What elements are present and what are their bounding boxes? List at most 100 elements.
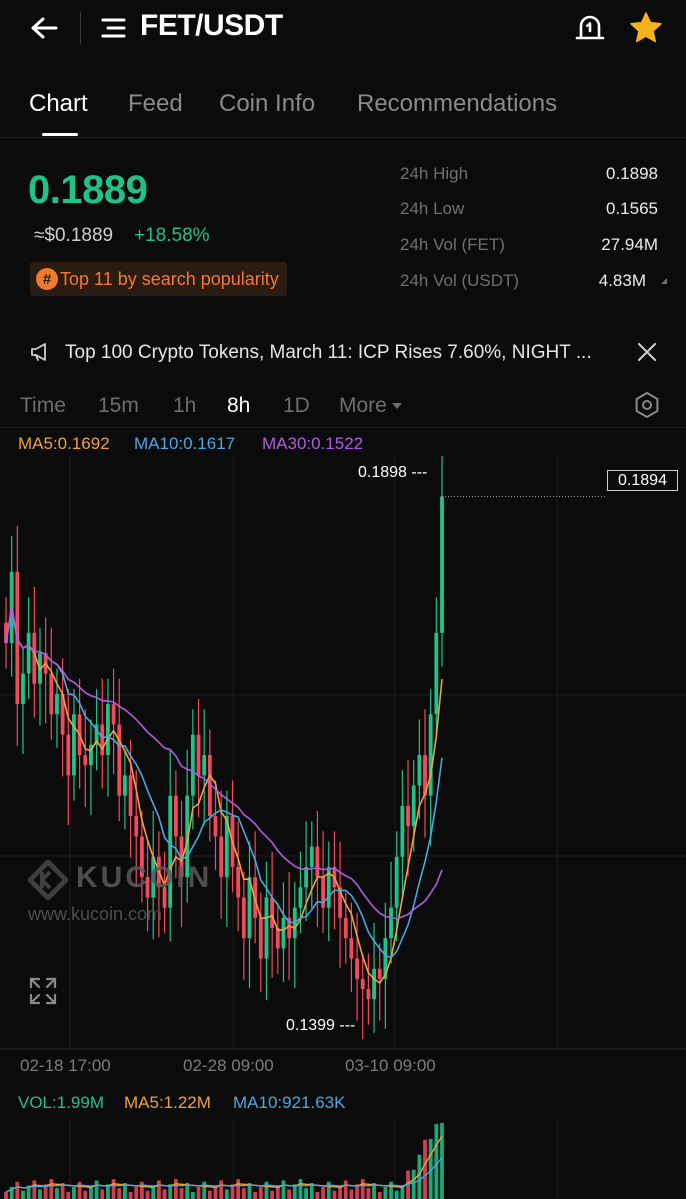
volume-bar — [55, 1188, 59, 1199]
stat-24h-high-label: 24h High — [400, 164, 469, 183]
volume-bar — [100, 1189, 105, 1199]
stat-24h-vol-fet-value: 27.94M — [601, 235, 658, 254]
volume-bar — [440, 1123, 444, 1199]
volume-bar — [77, 1181, 82, 1199]
volume-bar — [360, 1179, 365, 1199]
volume-bar — [219, 1180, 224, 1199]
volume-bar — [417, 1154, 422, 1199]
pair-menu-button[interactable] — [100, 15, 128, 41]
candle-body — [440, 496, 444, 633]
top-bar: FET/USDT — [0, 0, 686, 56]
volume-bar — [117, 1188, 122, 1199]
candle-body — [298, 887, 303, 908]
pair-title[interactable]: FET/USDT — [140, 9, 283, 43]
tab-recommendations[interactable]: Recommendations — [357, 90, 557, 118]
candle-body — [372, 968, 376, 1000]
candle-body — [394, 856, 399, 908]
interval-1d[interactable]: 1D — [283, 394, 310, 418]
back-button[interactable] — [26, 12, 66, 44]
interval-time[interactable]: Time — [20, 394, 66, 418]
interval-more-label: More — [339, 394, 387, 417]
fullscreen-icon[interactable] — [28, 976, 58, 1006]
candle-body — [270, 897, 275, 929]
volume-bar — [207, 1190, 212, 1199]
price-alert-button[interactable] — [574, 12, 606, 44]
volume-bar — [32, 1180, 37, 1199]
news-headline[interactable]: Top 100 Crypto Tokens, March 11: ICP Ris… — [65, 342, 627, 364]
popularity-text: Top 11 by search popularity — [60, 268, 279, 289]
volume-bar — [366, 1188, 371, 1199]
x-tick-label: 02-18 17:00 — [20, 1056, 111, 1075]
candle-body — [111, 704, 116, 725]
megaphone-icon — [31, 343, 46, 361]
candle-body — [389, 907, 393, 939]
interval-more[interactable]: More — [339, 394, 402, 418]
tab-chart[interactable]: Chart — [29, 90, 88, 118]
tab-coin-info[interactable]: Coin Info — [219, 90, 315, 118]
tab-feed[interactable]: Feed — [128, 90, 183, 118]
volume-chart[interactable] — [0, 1118, 686, 1199]
volume-bar — [315, 1191, 320, 1199]
volume-bar — [196, 1186, 201, 1199]
watermark-brand: KUCOIN — [76, 861, 213, 894]
volume-bar — [190, 1191, 195, 1199]
candle-body — [202, 755, 207, 776]
star-icon — [630, 12, 662, 43]
candle-body — [366, 989, 371, 1000]
divider — [80, 12, 81, 44]
candle-body — [377, 968, 382, 979]
candlestick-chart[interactable] — [0, 456, 686, 1050]
candle-body — [123, 775, 127, 796]
volume-ma5-line — [5, 1135, 443, 1193]
volume-bar — [377, 1191, 382, 1199]
news-banner[interactable]: Top 100 Crypto Tokens, March 11: ICP Ris… — [0, 330, 686, 374]
volume-bar — [383, 1186, 388, 1199]
candle-body — [281, 917, 286, 949]
candle-body — [275, 928, 280, 949]
stat-24h-high-value: 0.1898 — [606, 164, 658, 183]
volume-bar — [304, 1188, 309, 1199]
stat-24h-low-value: 0.1565 — [606, 199, 658, 218]
interval-8h[interactable]: 8h — [227, 394, 250, 418]
back-arrow-icon — [31, 17, 58, 39]
interval-bar: Time 15m 1h 8h 1D More — [0, 386, 686, 428]
favorite-button[interactable] — [628, 10, 664, 46]
candle-body — [417, 755, 422, 786]
candle-body — [349, 938, 354, 959]
ma30-legend: MA30:0.1522 — [262, 434, 364, 453]
volume-bar — [343, 1180, 348, 1199]
candle-body — [49, 673, 54, 715]
close-icon[interactable] — [636, 341, 658, 363]
interval-15m[interactable]: 15m — [98, 394, 139, 418]
candle-body — [55, 693, 59, 715]
active-tab-indicator — [42, 133, 78, 136]
kucoin-logo-icon — [28, 860, 68, 900]
volume-bar — [145, 1190, 150, 1199]
volume-ma10-legend: MA10:921.63K — [233, 1093, 346, 1112]
volume-bar — [270, 1190, 275, 1199]
candle-body — [26, 632, 31, 674]
volume-bar — [411, 1169, 416, 1199]
popularity-badge[interactable]: # Top 11 by search popularity — [30, 262, 287, 296]
candle-body — [117, 724, 122, 796]
price-alert-icon — [575, 15, 605, 40]
tab-bar: Chart Feed Coin Info Recommendations — [0, 80, 686, 138]
volume-bar — [423, 1139, 427, 1199]
candle-body — [134, 816, 139, 837]
candle-body — [343, 917, 348, 939]
candle-body — [66, 734, 71, 776]
stat-24h-vol-usdt-value: 4.83M — [598, 271, 646, 290]
indicator-settings-icon[interactable] — [632, 390, 662, 420]
volume-bar — [162, 1189, 167, 1199]
volume-bar — [298, 1179, 303, 1199]
volume-bar — [128, 1191, 133, 1199]
candle-body — [315, 846, 320, 878]
corner-triangle-icon — [661, 278, 667, 284]
interval-1h[interactable]: 1h — [173, 394, 196, 418]
stat-24h-vol-fet-label: 24h Vol (FET) — [400, 235, 505, 254]
volume-bar — [21, 1190, 25, 1199]
volume-bar — [287, 1189, 292, 1199]
volume-bar — [264, 1181, 269, 1199]
volume-bar — [83, 1190, 88, 1199]
x-tick-label: 03-10 09:00 — [345, 1056, 436, 1075]
